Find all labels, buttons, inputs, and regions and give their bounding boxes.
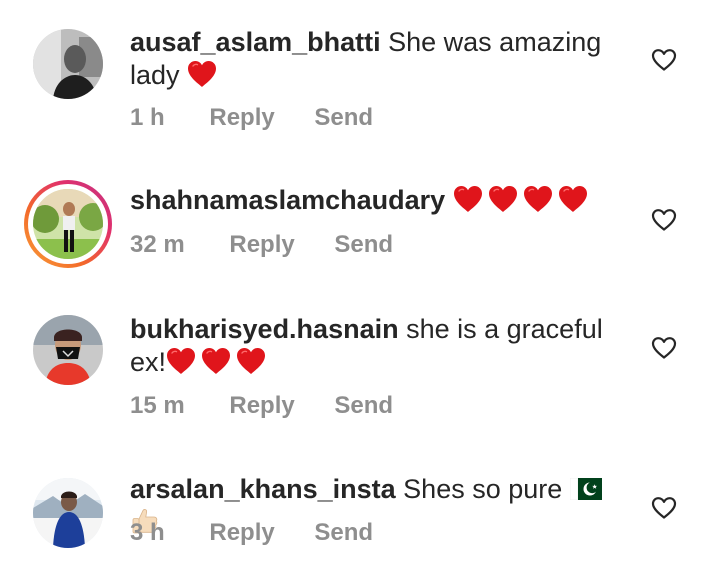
- comment-text: ausaf_aslam_bhatti She was amazing lady: [130, 26, 630, 92]
- send-button[interactable]: Send: [314, 519, 373, 547]
- username[interactable]: arsalan_khans_insta: [130, 474, 396, 504]
- avatar-photo: [33, 189, 103, 259]
- reply-button[interactable]: Reply: [229, 392, 294, 420]
- red-heart-emoji: [236, 347, 266, 375]
- avatar-photo: [33, 315, 103, 385]
- comment-meta: 1 h Reply Send: [130, 104, 373, 132]
- username[interactable]: bukharisyed.hasnain: [130, 314, 399, 344]
- like-heart-icon[interactable]: [651, 336, 677, 360]
- comment-meta: 32 m Reply Send: [130, 231, 393, 259]
- red-heart-emoji: [488, 185, 518, 213]
- red-heart-emoji: [558, 185, 588, 213]
- red-heart-emoji: [166, 347, 196, 375]
- comment-time: 32 m: [130, 231, 185, 258]
- reply-button[interactable]: Reply: [209, 519, 274, 547]
- like-heart-icon[interactable]: [651, 496, 677, 520]
- avatar[interactable]: [33, 315, 103, 385]
- comment-body: Shes so pure: [403, 474, 563, 504]
- like-heart-icon[interactable]: [651, 48, 677, 72]
- comment-time: 3 h: [130, 519, 165, 546]
- send-button[interactable]: Send: [314, 104, 373, 132]
- reply-button[interactable]: Reply: [209, 104, 274, 132]
- comment-time: 1 h: [130, 104, 165, 131]
- comment-text: shahnamaslamchaudary: [130, 184, 630, 217]
- red-heart-emoji: [201, 347, 231, 375]
- avatar[interactable]: [33, 478, 103, 548]
- send-button[interactable]: Send: [334, 392, 393, 420]
- avatar-photo: [33, 478, 103, 548]
- red-heart-emoji: [523, 185, 553, 213]
- avatar[interactable]: [33, 189, 103, 259]
- avatar-photo: [33, 29, 103, 99]
- comment-meta: 15 m Reply Send: [130, 392, 393, 420]
- red-heart-emoji: [187, 60, 217, 88]
- username[interactable]: ausaf_aslam_bhatti: [130, 27, 381, 57]
- comment-text: bukharisyed.hasnain she is a graceful ex…: [130, 313, 630, 379]
- send-button[interactable]: Send: [334, 231, 393, 259]
- username[interactable]: shahnamaslamchaudary: [130, 185, 445, 215]
- comment-meta: 3 h Reply Send: [130, 519, 373, 547]
- red-heart-emoji: [453, 185, 483, 213]
- like-heart-icon[interactable]: [651, 208, 677, 232]
- pakistan-flag-emoji: [569, 478, 602, 500]
- avatar[interactable]: [33, 29, 103, 99]
- comment-time: 15 m: [130, 392, 185, 419]
- reply-button[interactable]: Reply: [229, 231, 294, 259]
- story-ring[interactable]: [24, 180, 112, 268]
